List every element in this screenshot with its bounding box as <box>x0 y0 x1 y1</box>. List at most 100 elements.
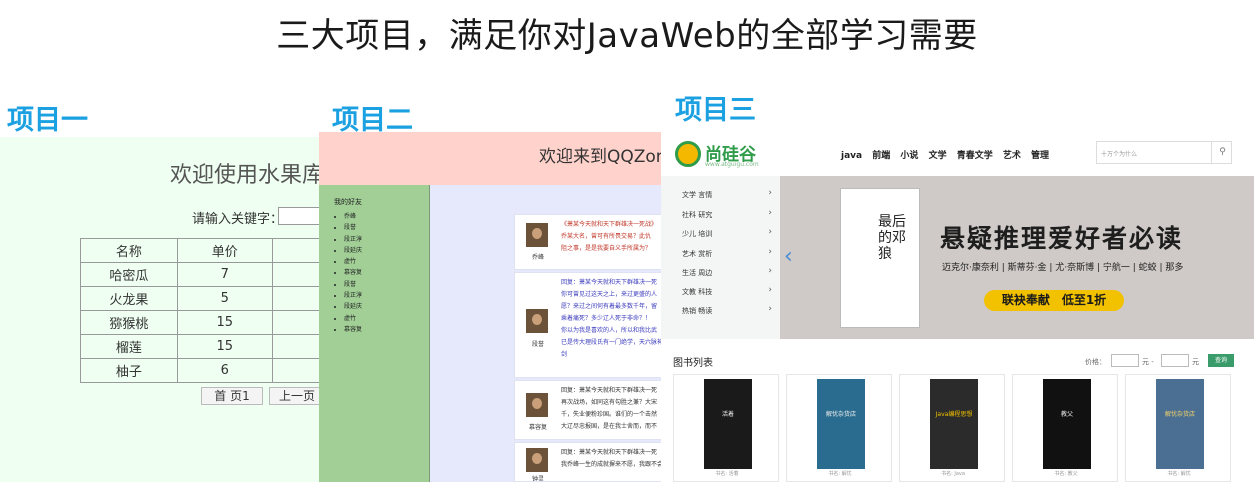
qqzone-header: 欢迎来到QQZone <box>319 132 661 185</box>
book-card[interactable]: 解忧杂货店 书名: 解忧 <box>786 374 892 482</box>
book-cover-title: Java编程思想 <box>935 411 973 418</box>
fruit-price: 6 <box>176 358 273 383</box>
table-row[interactable]: 哈密瓜 7 <box>80 262 330 287</box>
avatar <box>526 309 548 333</box>
book-card[interactable]: 解忧杂货店 书名: 解忧 <box>1125 374 1231 482</box>
friend-link[interactable]: 乔峰 <box>344 211 362 222</box>
category-item[interactable]: 文教 科技 › <box>682 285 772 297</box>
book-caption: 书名: 教父 <box>1054 471 1078 477</box>
book-cover: 解忧杂货店 <box>817 379 865 469</box>
fruit-name: 火龙果 <box>80 286 178 311</box>
nav-item-java[interactable]: java <box>841 151 862 161</box>
category-item[interactable]: 社科 研究 › <box>682 208 772 220</box>
post-author: 乔峰 <box>531 254 544 261</box>
logo-url: www.atguigu.com <box>705 161 759 168</box>
nav-item-frontend[interactable]: 前端 <box>872 151 890 161</box>
friends-sidebar: 我的好友 乔峰 段誉 段正淳 段延庆 虚竹 慕容复 段誉 段正淳 段延庆 虚竹 … <box>319 185 430 482</box>
friend-link[interactable]: 慕容复 <box>344 324 362 335</box>
nav-item-management[interactable]: 管理 <box>1031 151 1049 161</box>
book-cover-title: 教父 <box>1060 411 1073 418</box>
price-label: 价格： <box>1085 358 1106 366</box>
category-item[interactable]: 热销 畅读 › <box>682 304 772 316</box>
table-row[interactable]: 柚子 6 <box>80 358 330 383</box>
book-cover-title: 解忧杂货店 <box>825 411 856 418</box>
category-item[interactable]: 文学 言情 › <box>682 188 772 200</box>
column-header-price: 单价 <box>176 238 273 263</box>
slide-title: 三大项目，满足你对JavaWeb的全部学习需要 <box>276 16 978 56</box>
chevron-right-icon: › <box>768 285 772 295</box>
category-label: 文教 科技 <box>682 288 713 296</box>
table-row[interactable]: 猕猴桃 15 <box>80 310 330 335</box>
category-item[interactable]: 生活 周边 › <box>682 266 772 278</box>
chevron-right-icon: › <box>768 227 772 237</box>
nav-item-novel[interactable]: 小说 <box>900 151 918 161</box>
friend-link[interactable]: 慕容复 <box>344 267 362 278</box>
min-price-input[interactable] <box>1111 354 1139 367</box>
project-three-label: 项目三 <box>675 95 756 126</box>
post-item[interactable]: 乔峰 《萧某今天就和天下群雄决一死战》 乔某大名，曾可有所畏交易？此仇 阻之事，… <box>514 214 661 270</box>
fruit-name: 榴莲 <box>80 334 178 359</box>
main-nav: java 前端 小说 文学 青春文学 艺术 管理 <box>841 148 1056 161</box>
fruit-price: 15 <box>176 334 273 359</box>
book-card[interactable]: Java编程思想 书名: Java <box>899 374 1005 482</box>
book-list-title: 图书列表 <box>673 358 713 369</box>
price-unit-min: 元 - <box>1142 358 1154 366</box>
promo-banner[interactable]: ‹ 最后的邓狼 悬疑推理爱好者必读 迈克尔·康奈利 | 斯蒂芬·金 | 尤·奈斯… <box>780 176 1254 339</box>
avatar <box>526 223 548 247</box>
post-content: 《萧某今天就和天下群雄决一死战》 乔某大名，曾可有所畏交易？此仇 阻之事，是是我… <box>561 221 658 252</box>
friend-link[interactable]: 段正淳 <box>344 290 362 301</box>
category-item[interactable]: 艺术 赏析 › <box>682 247 772 259</box>
post-item[interactable]: 慕容复 回复：萧某今天就和天下群雄决一死 再次战场，如同这有勾胜之兼？大宋 千，… <box>514 380 661 440</box>
book-cover: 教父 <box>1043 379 1091 469</box>
chevron-right-icon: › <box>768 304 772 314</box>
friend-link[interactable]: 段延庆 <box>344 301 362 312</box>
bookstore-app-screenshot: 尚硅谷 www.atguigu.com java 前端 小说 文学 青春文学 艺… <box>661 128 1254 482</box>
column-header-name: 名称 <box>80 238 178 263</box>
book-cover: 解忧杂货店 <box>1156 379 1204 469</box>
max-price-input[interactable] <box>1161 354 1189 367</box>
prev-page-button[interactable]: 上一页 <box>269 387 325 405</box>
category-label: 社科 研究 <box>682 211 713 219</box>
fruit-price: 5 <box>176 286 273 311</box>
query-button[interactable]: 查询 <box>1208 354 1234 367</box>
friend-link[interactable]: 段正淳 <box>344 234 362 245</box>
qqzone-title: 欢迎来到QQZone <box>539 147 661 167</box>
book-cover-title: 解忧杂货店 <box>1164 411 1195 418</box>
post-content: 回复：萧某今天就和天下群雄决一死 你可曾见过这天之上，来过更盛的人 愿？来过之间… <box>561 279 661 358</box>
nav-item-art[interactable]: 艺术 <box>1003 151 1021 161</box>
chevron-right-icon: › <box>768 247 772 257</box>
post-item[interactable]: 钟灵 回复：萧某今天就和天下群雄决一死 我乔峰一生的成就摒来不愿，我跟不会 <box>514 442 661 482</box>
friend-link[interactable]: 虚竹 <box>344 256 362 267</box>
post-item[interactable]: 段誉 回复：萧某今天就和天下群雄决一死 你可曾见过这天之上，来过更盛的人 愿？来… <box>514 272 661 378</box>
friend-link[interactable]: 虚竹 <box>344 313 362 324</box>
category-label: 少儿 培训 <box>682 230 713 238</box>
friend-link[interactable]: 段延庆 <box>344 245 362 256</box>
avatar <box>526 393 548 417</box>
fruit-name: 柚子 <box>80 358 178 383</box>
book-card[interactable]: 活着 书名: 活着 <box>673 374 779 482</box>
post-author: 段誉 <box>531 341 544 348</box>
category-item[interactable]: 少儿 培训 › <box>682 227 772 239</box>
book-cover-title: 活着 <box>721 411 734 418</box>
table-row[interactable]: 火龙果 5 <box>80 286 330 311</box>
category-panel: 文学 言情 › 社科 研究 › 少儿 培训 › 艺术 赏析 › 生活 周边 › 文教 科技… <box>661 176 780 339</box>
fruit-app-title: 欢迎使用水果库 <box>170 163 325 188</box>
project-one-label: 项目一 <box>7 105 88 136</box>
first-page-button[interactable]: 首 页1 <box>201 387 263 405</box>
nav-item-youth-literature[interactable]: 青春文学 <box>957 151 993 161</box>
fruit-table: 名称 单价 哈密瓜 7 火龙果 5 猕猴桃 15 榴莲 15 柚子 6 <box>80 238 330 383</box>
table-row[interactable]: 榴莲 15 <box>80 334 330 359</box>
book-caption: 书名: Java <box>941 471 965 477</box>
search-icon[interactable]: ⚲ <box>1211 142 1233 163</box>
banner-promo-badge: 联袂奉献 低至1折 <box>984 290 1124 311</box>
banner-authors: 迈克尔·康奈利 | 斯蒂芬·金 | 尤·奈斯博 | 宁航一 | 蛇蛟 | 那多 <box>942 263 1184 273</box>
chevron-right-icon: › <box>768 266 772 276</box>
category-label: 艺术 赏析 <box>682 250 713 258</box>
friend-link[interactable]: 段誉 <box>344 222 362 233</box>
friend-link[interactable]: 段誉 <box>344 279 362 290</box>
chevron-left-icon[interactable]: ‹ <box>784 244 793 269</box>
book-card[interactable]: 教父 书名: 教父 <box>1012 374 1118 482</box>
chevron-right-icon: › <box>768 208 772 218</box>
nav-item-literature[interactable]: 文学 <box>929 151 947 161</box>
book-caption: 书名: 活着 <box>715 471 739 477</box>
